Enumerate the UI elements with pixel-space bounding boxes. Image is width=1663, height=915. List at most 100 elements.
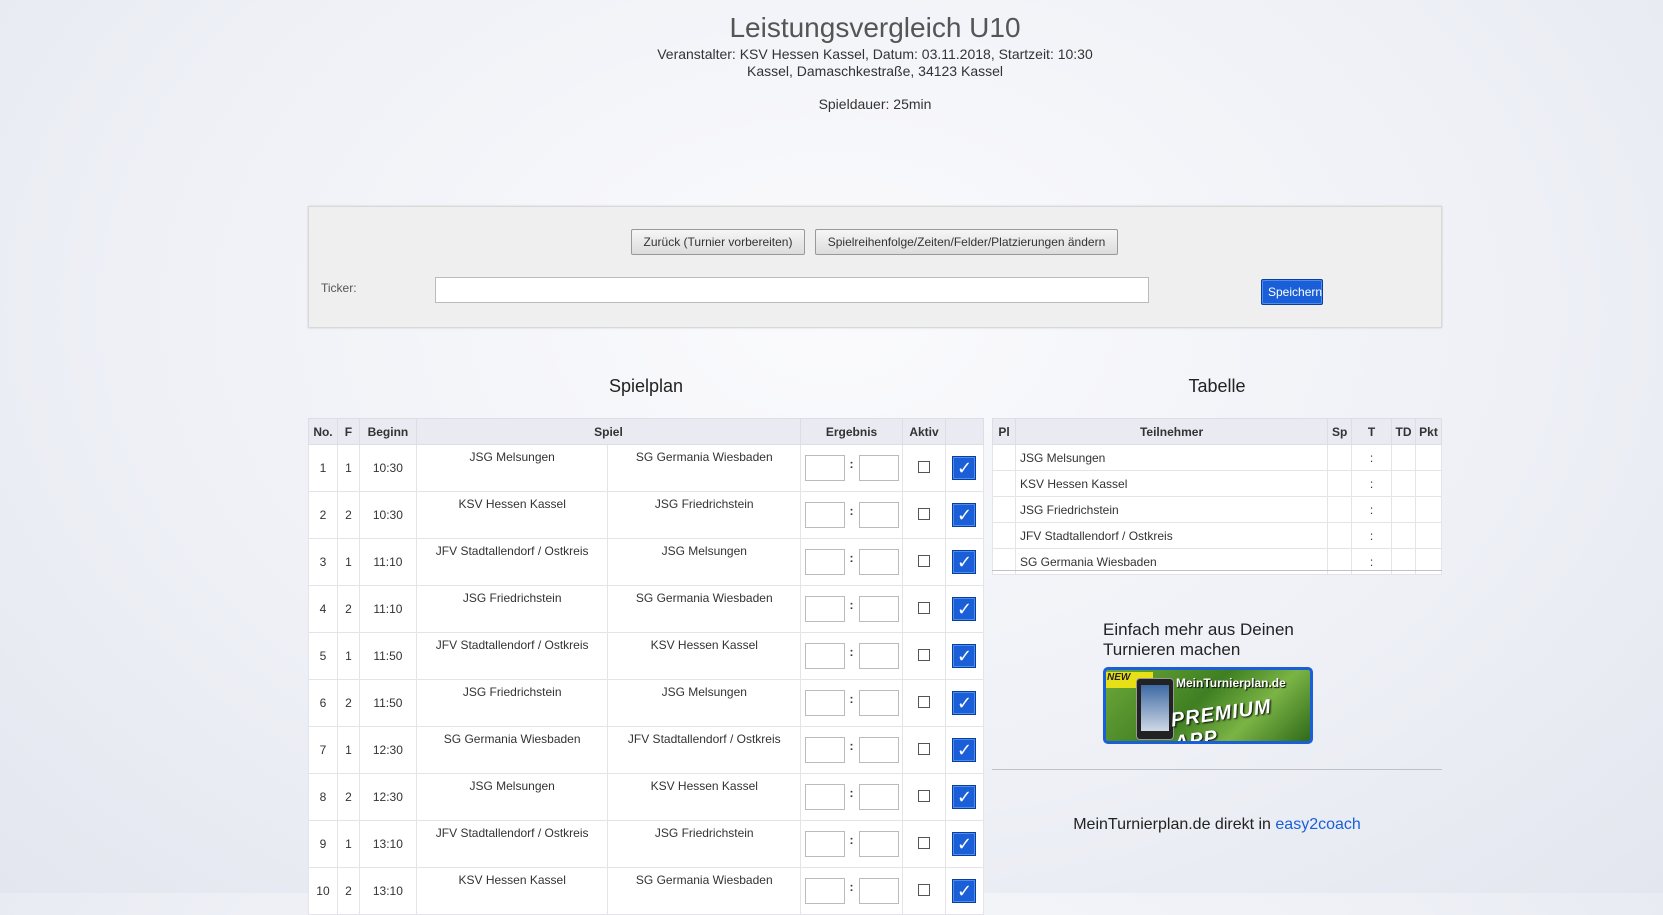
schedule-table: No. F Beginn Spiel Ergebnis Aktiv 1 1 10:3…	[308, 418, 985, 915]
premium-app-banner[interactable]: NEW MeinTurnierplan.de PREMIUM APP	[1103, 667, 1313, 744]
away-score-input[interactable]	[858, 502, 899, 528]
checkmark-icon: ✓	[956, 740, 973, 760]
col-active: Aktiv	[902, 418, 946, 445]
confirm-button[interactable]: ✓	[952, 832, 977, 856]
field-number: 2	[336, 585, 360, 633]
home-team: SG Germania Wiesbaden	[415, 726, 609, 774]
away-score-input[interactable]	[858, 878, 899, 904]
field-number: 1	[336, 726, 360, 774]
away-score-input[interactable]	[858, 831, 899, 857]
standings-title: Tabelle	[1188, 376, 1246, 396]
games-cell	[1327, 470, 1353, 497]
confirm-button[interactable]: ✓	[952, 503, 977, 527]
easy2coach-link[interactable]: easy2coach	[1275, 816, 1360, 833]
home-score-input[interactable]	[804, 690, 845, 716]
away-score-input[interactable]	[858, 596, 899, 622]
confirm-cell: ✓	[944, 679, 985, 727]
home-score-input[interactable]	[804, 737, 845, 763]
participant-name: KSV Hessen Kassel	[1014, 470, 1329, 497]
active-checkbox[interactable]	[918, 648, 930, 661]
divider	[992, 570, 1442, 571]
schedule-header-row: No. F Beginn Spiel Ergebnis Aktiv	[308, 418, 985, 445]
schedule-row: 4 2 11:10 JSG Friedrichstein SG Germania Wie…	[308, 585, 985, 633]
active-checkbox[interactable]	[918, 883, 930, 896]
away-team: SG Germania Wiesbaden	[607, 867, 802, 915]
home-team: JFV Stadtallendorf / Ostkreis	[415, 632, 609, 680]
checkmark-icon: ✓	[956, 787, 973, 807]
result-cell: :	[800, 632, 904, 680]
checkmark-icon: ✓	[956, 881, 973, 901]
away-score-input[interactable]	[858, 784, 899, 810]
ticker-label: Ticker:	[321, 281, 357, 295]
confirm-button[interactable]: ✓	[952, 691, 977, 715]
confirm-button[interactable]: ✓	[952, 456, 977, 480]
confirm-button[interactable]: ✓	[952, 550, 977, 574]
away-score-input[interactable]	[858, 690, 899, 716]
start-time: 10:30	[358, 491, 417, 539]
start-time: 13:10	[358, 820, 417, 868]
active-checkbox[interactable]	[918, 460, 930, 473]
confirm-button[interactable]: ✓	[952, 785, 977, 809]
footer: MeinTurnierplan.de direkt in easy2coach	[992, 816, 1442, 834]
away-score-input[interactable]	[858, 549, 899, 575]
match-number: 3	[308, 538, 338, 586]
away-team: KSV Hessen Kassel	[607, 632, 802, 680]
result-cell: :	[800, 726, 904, 774]
field-number: 1	[336, 632, 360, 680]
start-time: 11:50	[358, 632, 417, 680]
active-checkbox[interactable]	[918, 836, 930, 849]
match-number: 4	[308, 585, 338, 633]
active-checkbox[interactable]	[918, 742, 930, 755]
confirm-button[interactable]: ✓	[952, 738, 977, 762]
standings-table: Pl Teilnehmer Sp T TD Pkt JSG Melsungen:…	[992, 418, 1443, 575]
col-points: Pkt	[1414, 418, 1443, 445]
match-number: 5	[308, 632, 338, 680]
active-cell	[902, 820, 946, 868]
schedule-row: 5 1 11:50 JFV Stadtallendorf / Ostkreis KSV …	[308, 632, 985, 680]
points-cell	[1414, 470, 1443, 497]
schedule-title: Spielplan	[608, 376, 684, 396]
away-team: SG Germania Wiesbaden	[607, 585, 802, 633]
home-score-input[interactable]	[804, 831, 845, 857]
away-score-input[interactable]	[858, 643, 899, 669]
active-checkbox[interactable]	[918, 695, 930, 708]
change-order-button[interactable]: Spielreihenfolge/Zeiten/Felder/Platzieru…	[815, 229, 1118, 255]
organizer-line: Veranstalter: KSV Hessen Kassel, Datum: …	[657, 46, 1093, 62]
result-cell: :	[800, 538, 904, 586]
standings-header-row: Pl Teilnehmer Sp T TD Pkt	[992, 418, 1443, 445]
field-number: 1	[336, 444, 360, 492]
confirm-button[interactable]: ✓	[952, 644, 977, 668]
home-score-input[interactable]	[804, 596, 845, 622]
away-score-input[interactable]	[858, 455, 899, 481]
save-button[interactable]: Speichern	[1261, 279, 1323, 305]
active-checkbox[interactable]	[918, 554, 930, 567]
checkmark-icon: ✓	[956, 834, 973, 854]
home-score-input[interactable]	[804, 455, 845, 481]
active-cell	[902, 444, 946, 492]
home-score-input[interactable]	[804, 784, 845, 810]
col-confirm	[944, 418, 985, 445]
confirm-cell: ✓	[944, 726, 985, 774]
match-number: 2	[308, 491, 338, 539]
home-score-input[interactable]	[804, 878, 845, 904]
active-checkbox[interactable]	[918, 507, 930, 520]
games-cell	[1327, 444, 1353, 471]
away-team: KSV Hessen Kassel	[607, 773, 802, 821]
active-checkbox[interactable]	[918, 789, 930, 802]
active-cell	[902, 679, 946, 727]
away-score-input[interactable]	[858, 737, 899, 763]
home-score-input[interactable]	[804, 643, 845, 669]
participant-name: JFV Stadtallendorf / Ostkreis	[1014, 522, 1329, 549]
place-cell	[992, 496, 1016, 523]
place-cell	[992, 470, 1016, 497]
active-checkbox[interactable]	[918, 601, 930, 614]
home-score-input[interactable]	[804, 502, 845, 528]
confirm-button[interactable]: ✓	[952, 597, 977, 621]
ticker-input[interactable]	[435, 277, 1149, 303]
score-separator: :	[849, 551, 854, 565]
back-button[interactable]: Zurück (Turnier vorbereiten)	[631, 229, 805, 255]
confirm-button[interactable]: ✓	[952, 879, 977, 903]
home-score-input[interactable]	[804, 549, 845, 575]
col-field: F	[336, 418, 360, 445]
match-number: 6	[308, 679, 338, 727]
